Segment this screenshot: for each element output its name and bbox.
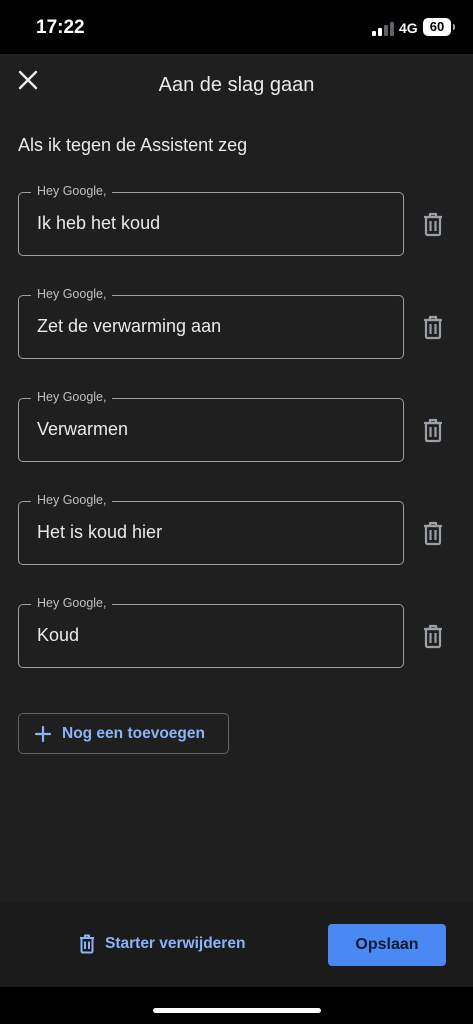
cellular-signal-icon <box>372 22 394 36</box>
delete-phrase-button[interactable] <box>420 417 446 445</box>
trash-icon <box>424 624 442 649</box>
network-type: 4G <box>399 20 418 36</box>
delete-phrase-button[interactable] <box>420 314 446 342</box>
plus-icon <box>34 725 52 743</box>
field-legend: Hey Google, <box>31 390 113 404</box>
field-value[interactable]: Ik heb het koud <box>37 213 160 234</box>
trash-icon <box>424 418 442 443</box>
status-time: 17:22 <box>36 17 85 38</box>
trash-icon <box>424 315 442 340</box>
home-indicator-area <box>0 987 473 1024</box>
field-legend: Hey Google, <box>31 596 113 610</box>
trash-icon <box>424 521 442 546</box>
section-label: Als ik tegen de Assistent zeg <box>18 135 248 155</box>
delete-phrase-button[interactable] <box>420 623 446 651</box>
home-indicator[interactable] <box>153 1008 321 1013</box>
field-value[interactable]: Het is koud hier <box>37 522 162 543</box>
phrase-field[interactable]: Hey Google, Verwarmen <box>18 390 404 462</box>
field-value[interactable]: Koud <box>37 625 79 646</box>
phrase-field[interactable]: Hey Google, Ik heb het koud <box>18 184 404 256</box>
phrase-field[interactable]: Hey Google, Koud <box>18 596 404 668</box>
app-header: Aan de slag gaan <box>0 54 473 120</box>
field-value[interactable]: Verwarmen <box>37 419 128 440</box>
bottom-action-bar: Starter verwijderen Opslaan <box>0 903 473 987</box>
delete-phrase-button[interactable] <box>420 520 446 548</box>
field-value[interactable]: Zet de verwarming aan <box>37 316 221 337</box>
field-legend: Hey Google, <box>31 287 113 301</box>
add-phrase-label: Nog een toevoegen <box>62 725 205 742</box>
delete-phrase-button[interactable] <box>420 211 446 239</box>
phrase-field[interactable]: Hey Google, Het is koud hier <box>18 493 404 565</box>
add-phrase-button[interactable]: Nog een toevoegen <box>18 713 229 754</box>
save-button[interactable]: Opslaan <box>328 924 446 966</box>
phrase-field[interactable]: Hey Google, Zet de verwarming aan <box>18 287 404 359</box>
trash-icon <box>80 934 94 954</box>
delete-starter-label: Starter verwijderen <box>105 935 246 952</box>
trash-icon <box>424 212 442 237</box>
field-legend: Hey Google, <box>31 184 113 198</box>
field-legend: Hey Google, <box>31 493 113 507</box>
battery-icon: 60 <box>423 18 455 36</box>
page-title: Aan de slag gaan <box>158 74 315 96</box>
status-bar: 17:22 4G 60 <box>0 0 473 54</box>
